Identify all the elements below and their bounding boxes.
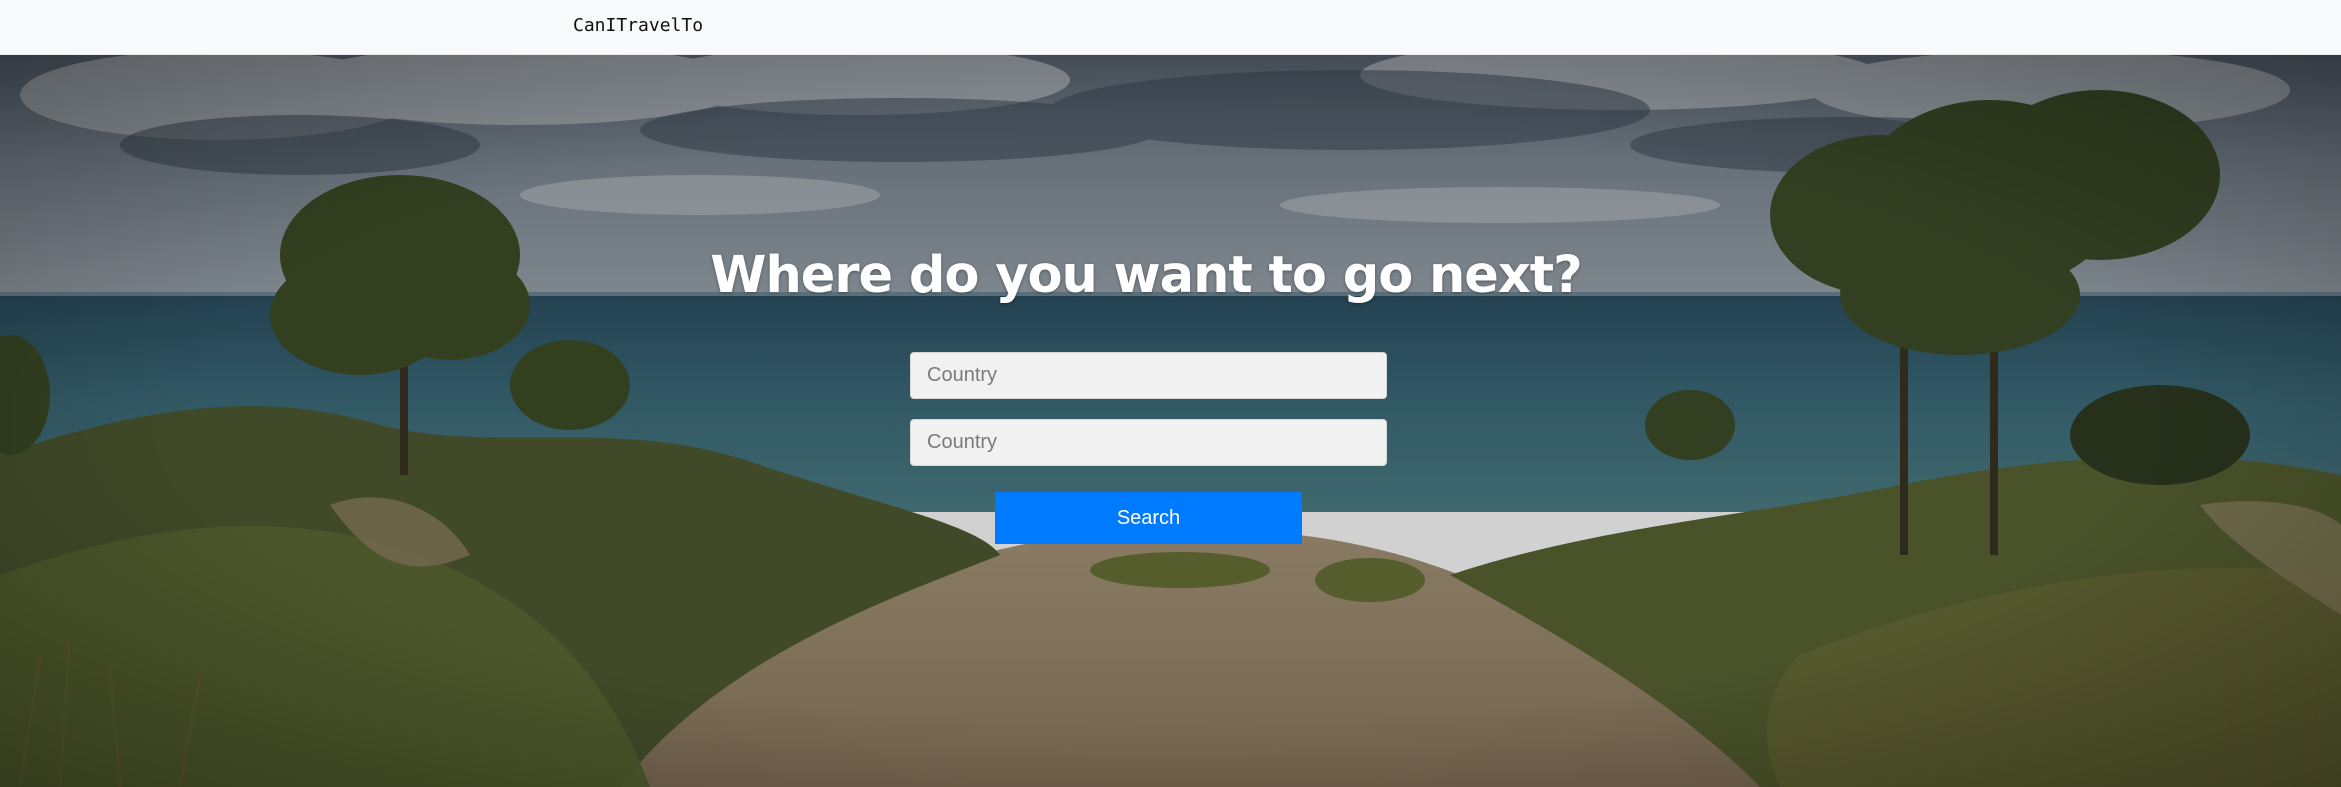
hero-content: Where do you want to go next? Search: [0, 55, 2341, 787]
navbar: CanITravelTo: [0, 0, 2341, 55]
search-button[interactable]: Search: [995, 492, 1302, 544]
country-input-to[interactable]: [910, 419, 1387, 466]
country-input-from[interactable]: [910, 352, 1387, 399]
brand-logo-link[interactable]: CanITravelTo: [573, 15, 703, 37]
hero-section: Where do you want to go next? Search: [0, 55, 2341, 787]
hero-headline: Where do you want to go next?: [710, 246, 1583, 305]
